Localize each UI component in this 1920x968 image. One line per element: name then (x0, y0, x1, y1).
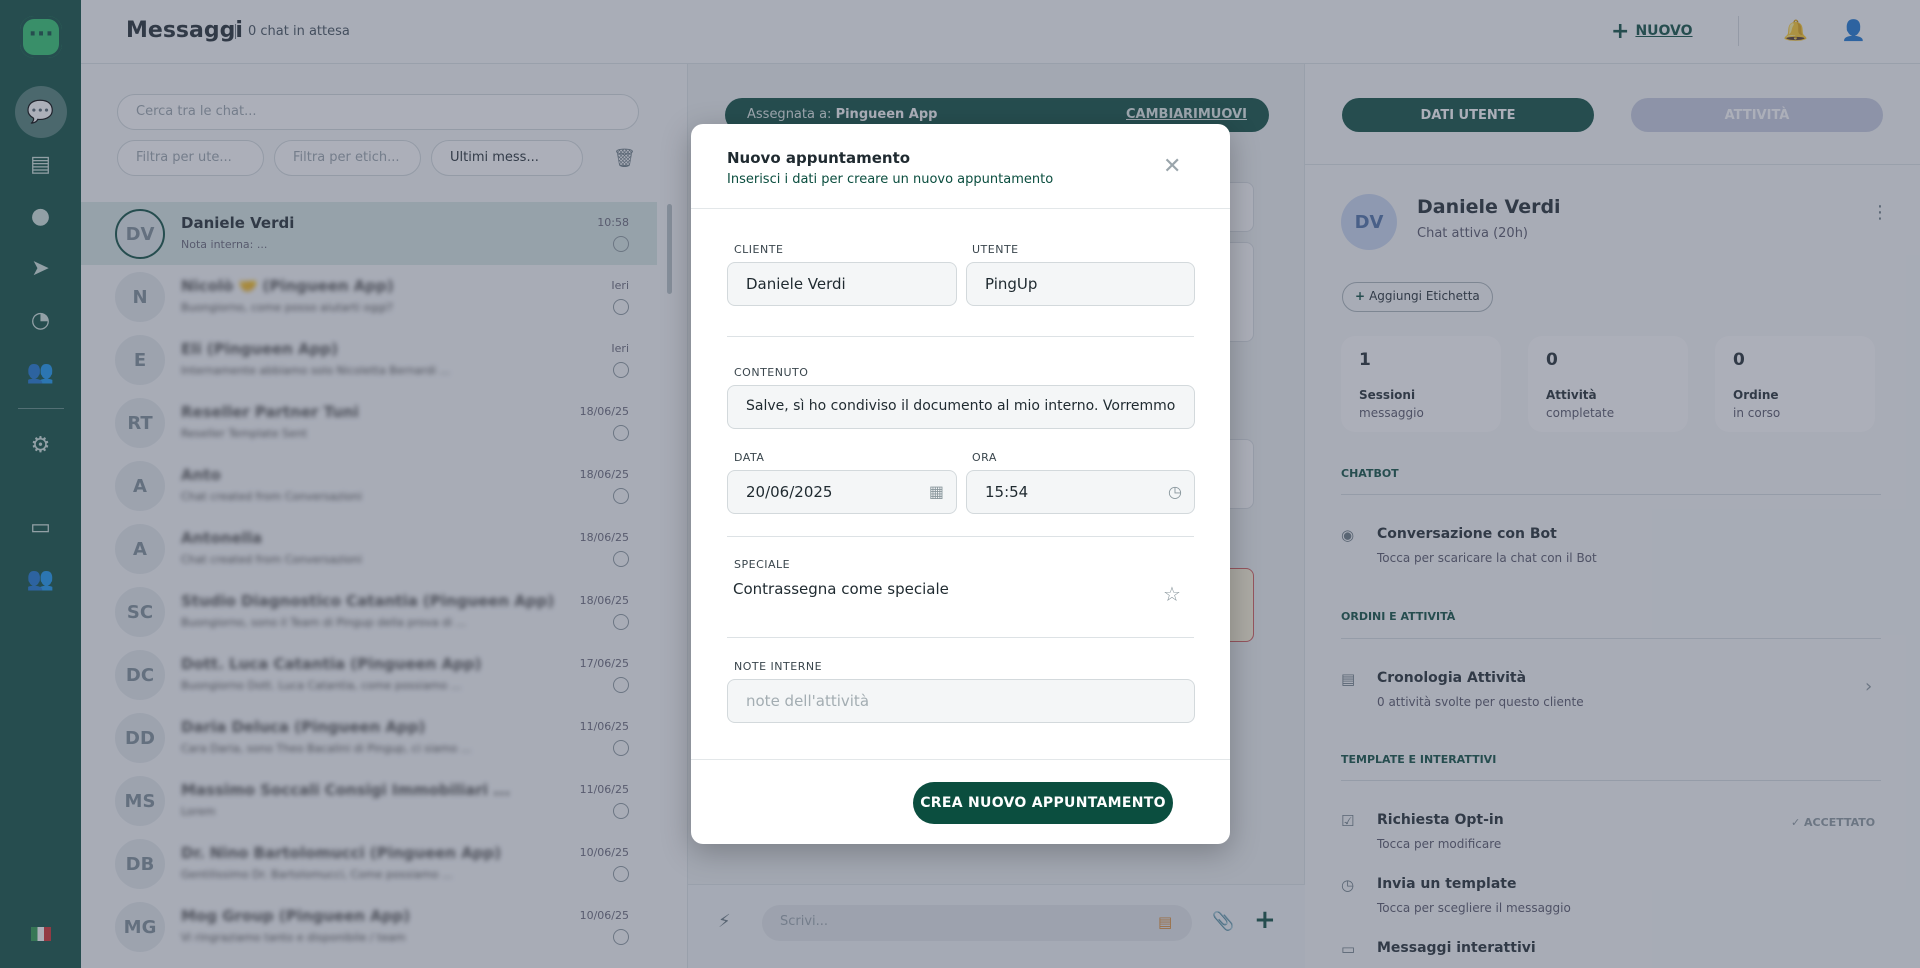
calendar-icon[interactable]: ▦ (929, 482, 944, 501)
date-value: 20/06/2025 (746, 483, 833, 501)
dialog-footer-divider (691, 759, 1230, 760)
close-icon[interactable]: ✕ (1163, 154, 1181, 179)
time-label: ORA (972, 451, 997, 464)
client-label: CLIENTE (734, 243, 784, 256)
user-field[interactable]: PingUp (966, 262, 1195, 306)
time-value: 15:54 (985, 483, 1029, 501)
dialog-subtitle: Inserisci i dati per creare un nuovo app… (727, 172, 1054, 187)
special-label: SPECIALE (734, 558, 791, 571)
dialog-title: Nuovo appuntamento (727, 149, 911, 167)
content-textarea[interactable]: Salve, sì ho condiviso il documento al m… (727, 385, 1195, 429)
user-label: UTENTE (972, 243, 1019, 256)
new-appointment-dialog: Nuovo appuntamento Inserisci i dati per … (691, 124, 1230, 844)
dialog-header-divider (691, 208, 1230, 209)
clock-icon[interactable]: ◷ (1168, 482, 1182, 501)
form-divider (727, 536, 1194, 537)
content-label: CONTENUTO (734, 366, 809, 379)
client-field[interactable]: Daniele Verdi (727, 262, 957, 306)
time-field[interactable]: 15:54 ◷ (966, 470, 1195, 514)
create-appointment-button[interactable]: CREA NUOVO APPUNTAMENTO (913, 782, 1173, 824)
star-icon[interactable]: ☆ (1163, 582, 1181, 606)
date-label: DATA (734, 451, 765, 464)
special-text: Contrassegna come speciale (733, 580, 949, 598)
notes-input[interactable]: note dell'attività (727, 679, 1195, 723)
notes-label: NOTE INTERNE (734, 660, 823, 673)
form-divider (727, 336, 1194, 337)
date-field[interactable]: 20/06/2025 ▦ (727, 470, 957, 514)
form-divider (727, 637, 1194, 638)
